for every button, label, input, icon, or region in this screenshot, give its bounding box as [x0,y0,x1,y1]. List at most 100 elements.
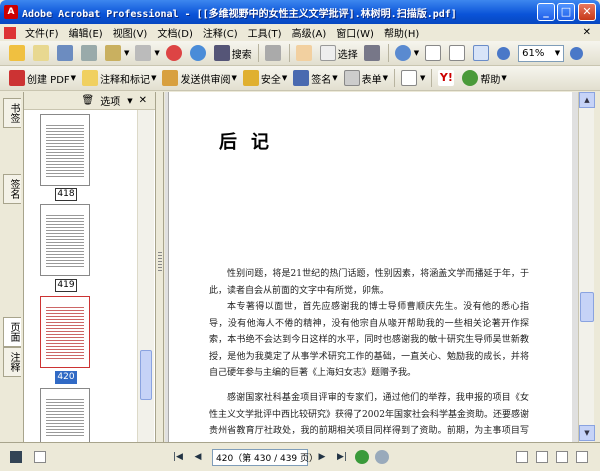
scrollbar-thumb[interactable] [140,350,152,400]
tab-pages[interactable]: 页面 [3,317,21,347]
chevron-down-icon: ▼ [413,49,420,57]
splitter-grip[interactable] [158,252,162,272]
previous-view-button[interactable] [355,450,369,464]
globe-button[interactable] [187,43,211,63]
select-tool-button[interactable]: 选择 [317,43,361,63]
print-button[interactable] [78,43,102,63]
menu-edit[interactable]: 编辑(E) [64,25,108,40]
scrollbar-thumb[interactable] [580,292,594,322]
hand-icon [295,45,312,61]
acrobat-logo-icon: A [4,5,18,19]
menu-comments[interactable]: 注释(C) [198,25,243,40]
document-area[interactable]: 后记 性别问题，将是21世纪的热门话题，性别因素，将涵盖文学而播延于年，于此，读… [165,92,578,442]
menu-view[interactable]: 视图(V) [108,25,153,40]
new-document-icon [33,45,49,61]
page-thumbnail[interactable] [40,204,90,276]
maximize-button[interactable]: □ [557,3,575,21]
stamp-button[interactable] [262,43,286,63]
actual-size-button[interactable] [422,43,446,63]
zoom-in-button[interactable] [567,43,588,63]
yahoo-button[interactable]: Y! [435,68,459,88]
window-title: Adobe Acrobat Professional - [[多维视野中的女性主… [22,8,457,20]
forms-button[interactable]: 表单 ▼ [341,68,391,88]
create-button[interactable] [30,43,54,63]
menu-window[interactable]: 窗口(W) [331,25,379,40]
options-menu[interactable]: 选项 [100,93,120,108]
fit-page-button[interactable] [446,43,470,63]
pages-panel: 🗑 选项 ▼ ✕ 418 419 420 [24,92,156,442]
chevron-down-icon: ▼ [124,49,130,57]
document-menu-icon[interactable] [4,26,16,39]
hand-tool-button[interactable] [293,43,317,63]
form-icon [343,70,360,86]
last-page-button[interactable]: ▶| [334,449,350,465]
chevron-down-icon[interactable]: ▼ [127,97,132,105]
chevron-down-icon: ▼ [151,74,157,82]
panel-splitter[interactable] [156,92,164,442]
page-heading: 后记 [219,132,283,153]
next-view-button[interactable] [375,450,389,464]
document-scrollbar[interactable]: ▲ ▼ [578,92,595,442]
close-button[interactable]: ✕ [578,3,596,21]
web-button[interactable] [163,43,187,63]
comment-markup-button[interactable]: 注释和标记 ▼ [79,68,159,88]
menu-file[interactable]: 文件(F) [20,25,64,40]
scroll-down-arrow[interactable]: ▼ [579,425,595,441]
menu-help[interactable]: 帮助(H) [379,25,424,40]
page-thumbnail[interactable] [40,388,90,442]
tab-signatures[interactable]: 签名 [3,174,21,204]
document-close-icon[interactable]: ✕ [578,27,596,38]
tab-bookmarks[interactable]: 书签 [3,98,21,128]
search-button[interactable]: 搜索 [211,43,255,63]
page-number-input[interactable]: 420（第 430 / 439 页） [212,448,318,466]
comment-icon [82,70,99,86]
sign-button[interactable]: 签名 ▼ [290,68,340,88]
page-thumbnail-selected[interactable] [40,296,90,368]
create-pdf-button[interactable]: 创建 PDF ▼ [6,68,79,88]
review-icon [162,70,179,86]
world-icon [189,45,206,61]
create-pdf-icon [9,70,25,86]
chevron-down-icon[interactable]: ▼ [555,49,560,57]
snapshot-button[interactable] [361,43,385,63]
main-toolbar: ▼ ▼ 搜索 选择 ▼ 61% ▼ [0,41,600,66]
single-page-layout-icon[interactable] [516,451,528,463]
menu-advanced[interactable]: 高级(A) [287,25,332,40]
page-thumbnail[interactable] [40,114,90,186]
select-label: 选择 [337,49,358,61]
fit-width-button[interactable] [470,43,494,63]
next-page-button[interactable]: ▶ [314,449,330,465]
menu-tools[interactable]: 工具(T) [243,25,287,40]
page-icon [425,45,442,61]
secure-button[interactable]: 安全 ▼ [240,68,290,88]
email-button[interactable]: ▼ [102,43,132,63]
save-button[interactable] [54,43,78,63]
thumbnail-text-lines [46,397,84,436]
zoom-input[interactable]: 61% ▼ [518,44,565,62]
pages-panel-scrollbar[interactable] [137,110,154,442]
attach-button[interactable]: ▼ [132,43,162,63]
zoom-tool-button[interactable]: ▼ [392,43,422,63]
open-button[interactable] [6,43,30,63]
tab-comments[interactable]: 注释 [3,347,21,377]
zoom-out-button[interactable] [494,43,515,63]
navigation-tabs: 书签 签名 页面 注释 [0,92,24,442]
previous-page-button[interactable]: ◀ [190,449,206,465]
tasks-toolbar: 创建 PDF ▼ 注释和标记 ▼ 发送供审阅 ▼ 安全 ▼ 签名 ▼ 表单 ▼ ▼ Y! 帮… [0,66,600,91]
magnifier-icon [394,45,411,61]
scroll-up-arrow[interactable]: ▲ [579,92,595,108]
first-page-button[interactable]: |◀ [170,449,186,465]
trash-icon[interactable]: 🗑 [82,95,95,106]
panel-close-icon[interactable]: ✕ [139,95,147,106]
page-layout-icon[interactable] [10,451,22,463]
minimize-button[interactable]: _ [537,3,555,21]
send-review-button[interactable]: 发送供审阅 ▼ [159,68,239,88]
facing-layout-icon[interactable] [556,451,568,463]
page-size-icon[interactable] [34,451,46,463]
cursor-icon [319,45,336,61]
continuous-facing-layout-icon[interactable] [576,451,588,463]
pages-button[interactable]: ▼ [398,68,428,88]
help-button[interactable]: 帮助 ▼ [459,68,509,88]
continuous-layout-icon[interactable] [536,451,548,463]
menu-document[interactable]: 文档(D) [152,25,198,40]
